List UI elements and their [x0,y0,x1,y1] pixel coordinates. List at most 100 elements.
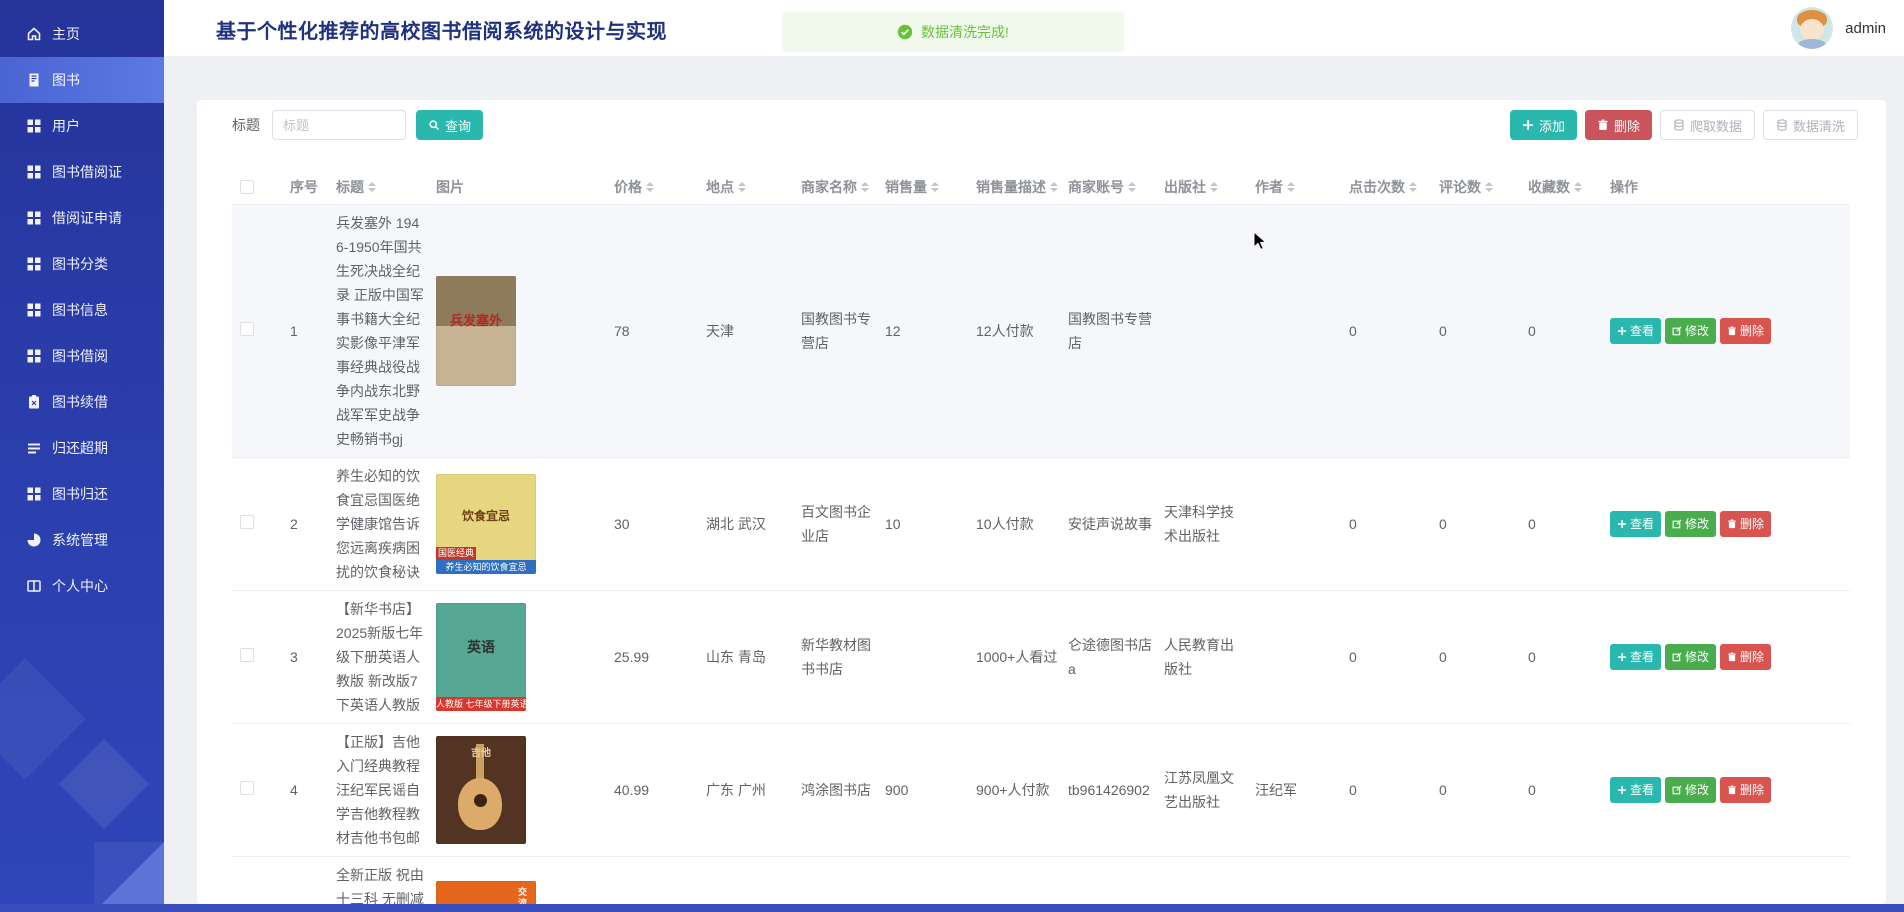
sort-carets[interactable] [1574,178,1582,196]
sort-descending-icon[interactable] [1574,187,1582,196]
view-button[interactable]: 查看 [1610,317,1662,344]
sort-descending-icon[interactable] [368,187,376,196]
book-cover-image: 兵发塞外 [436,275,516,386]
edit-button[interactable]: 修改 [1665,643,1717,670]
delete-button[interactable]: 删除 [1584,110,1652,140]
toolbar-right: 添加 删除 爬取数据 数据清洗 [1509,110,1858,140]
sort-descending-icon[interactable] [738,187,746,196]
edit-button[interactable]: 修改 [1665,510,1717,537]
sort-carets[interactable] [738,178,746,196]
sort-carets[interactable] [1409,178,1417,196]
column-header-account[interactable]: 商家账号 [1060,170,1156,205]
row-clicks-cell: 0 [1341,204,1431,458]
row-delete-button[interactable]: 删除 [1720,317,1772,344]
sort-descending-icon[interactable] [1409,187,1417,196]
user-menu[interactable]: admin [1791,7,1886,49]
search-icon [1617,785,1627,795]
column-header-location[interactable]: 地点 [698,170,793,205]
avatar[interactable] [1791,7,1834,49]
sort-descending-icon[interactable] [931,187,939,196]
column-header-publisher[interactable]: 出版社 [1156,170,1247,205]
sidebar-item-system-management[interactable]: 系统管理 [0,517,164,563]
cover-badge: 国医经典 [436,546,477,560]
view-button-label: 查看 [1630,783,1655,797]
sort-ascending-icon[interactable] [738,178,746,186]
column-header-clicks[interactable]: 点击次数 [1341,170,1431,205]
sidebar-item-book-info[interactable]: 图书信息 [0,287,164,333]
sort-ascending-icon[interactable] [1210,178,1218,186]
grid-icon [26,118,42,134]
sidebar-item-book-return[interactable]: 图书归还 [0,471,164,517]
column-header-sales[interactable]: 销售量 [877,170,968,205]
row-select-cell [232,856,282,904]
column-header-title[interactable]: 标题 [328,170,428,205]
sidebar-item-books[interactable]: 图书 [0,57,164,103]
row-actions-cell: 查看 修改 删除 [1602,723,1850,857]
sidebar-item-card-applications[interactable]: 借阅证申请 [0,195,164,241]
row-delete-button[interactable]: 删除 [1720,510,1772,537]
sidebar-item-overdue-returns[interactable]: 归还超期 [0,425,164,471]
sort-carets[interactable] [1128,178,1136,196]
sort-ascending-icon[interactable] [1128,178,1136,186]
row-delete-button[interactable]: 删除 [1720,776,1772,803]
sort-carets[interactable] [1210,178,1218,196]
sort-descending-icon[interactable] [646,187,654,196]
column-header-favorites[interactable]: 收藏数 [1520,170,1602,205]
sort-carets[interactable] [1287,178,1295,196]
select-all-checkbox[interactable] [240,179,254,194]
sidebar-item-library-cards[interactable]: 图书借阅证 [0,149,164,195]
column-header-author[interactable]: 作者 [1247,170,1341,205]
column-header-merchant[interactable]: 商家名称 [793,170,877,205]
sort-descending-icon[interactable] [861,187,869,196]
sort-ascending-icon[interactable] [1485,178,1493,186]
sort-ascending-icon[interactable] [1409,178,1417,186]
sort-ascending-icon[interactable] [1050,178,1058,186]
sort-carets[interactable] [931,178,939,196]
sort-descending-icon[interactable] [1485,187,1493,196]
sidebar-item-personal-center[interactable]: 个人中心 [0,563,164,609]
sort-ascending-icon[interactable] [646,178,654,186]
sort-carets[interactable] [1485,178,1493,196]
row-account-cell: tb1681393990 [1060,856,1156,904]
row-checkbox[interactable] [240,647,254,662]
edit-button[interactable]: 修改 [1665,317,1717,344]
sort-carets[interactable] [368,178,376,196]
view-button[interactable]: 查看 [1610,776,1662,803]
search-input[interactable] [272,110,406,140]
column-header-sales_desc[interactable]: 销售量描述 [968,170,1060,205]
column-header-cell: 地点 [706,177,791,197]
column-header-price[interactable]: 价格 [606,170,698,205]
sort-ascending-icon[interactable] [1287,178,1295,186]
edit-button[interactable]: 修改 [1665,776,1717,803]
sidebar-item-book-categories[interactable]: 图书分类 [0,241,164,287]
view-button[interactable]: 查看 [1610,510,1662,537]
sort-descending-icon[interactable] [1128,187,1136,196]
sort-descending-icon[interactable] [1050,187,1058,196]
sort-ascending-icon[interactable] [368,178,376,186]
sort-ascending-icon[interactable] [931,178,939,186]
sort-carets[interactable] [861,178,869,196]
row-merchant-cell: 国教图书专营店 [793,204,877,458]
sidebar-item-home[interactable]: 主页 [0,11,164,57]
sidebar-item-book-renew[interactable]: 图书续借 [0,379,164,425]
row-checkbox[interactable] [240,780,254,795]
row-checkbox[interactable] [240,514,254,529]
sidebar-item-users[interactable]: 用户 [0,103,164,149]
row-price-cell: 30 [606,457,698,591]
sort-ascending-icon[interactable] [861,178,869,186]
query-button[interactable]: 查询 [416,110,484,140]
sidebar-item-book-borrow[interactable]: 图书借阅 [0,333,164,379]
view-button[interactable]: 查看 [1610,643,1662,670]
row-checkbox[interactable] [240,321,254,336]
sort-descending-icon[interactable] [1210,187,1218,196]
add-button[interactable]: 添加 [1509,110,1577,140]
crawl-data-label: 爬取数据 [1689,118,1742,134]
row-delete-button[interactable]: 删除 [1720,643,1772,670]
sort-carets[interactable] [646,178,654,196]
clean-data-button[interactable]: 数据清洗 [1762,110,1858,140]
sort-carets[interactable] [1050,178,1058,196]
crawl-data-button[interactable]: 爬取数据 [1659,110,1755,140]
sort-descending-icon[interactable] [1287,187,1295,196]
sort-ascending-icon[interactable] [1574,178,1582,186]
column-header-comments[interactable]: 评论数 [1431,170,1520,205]
